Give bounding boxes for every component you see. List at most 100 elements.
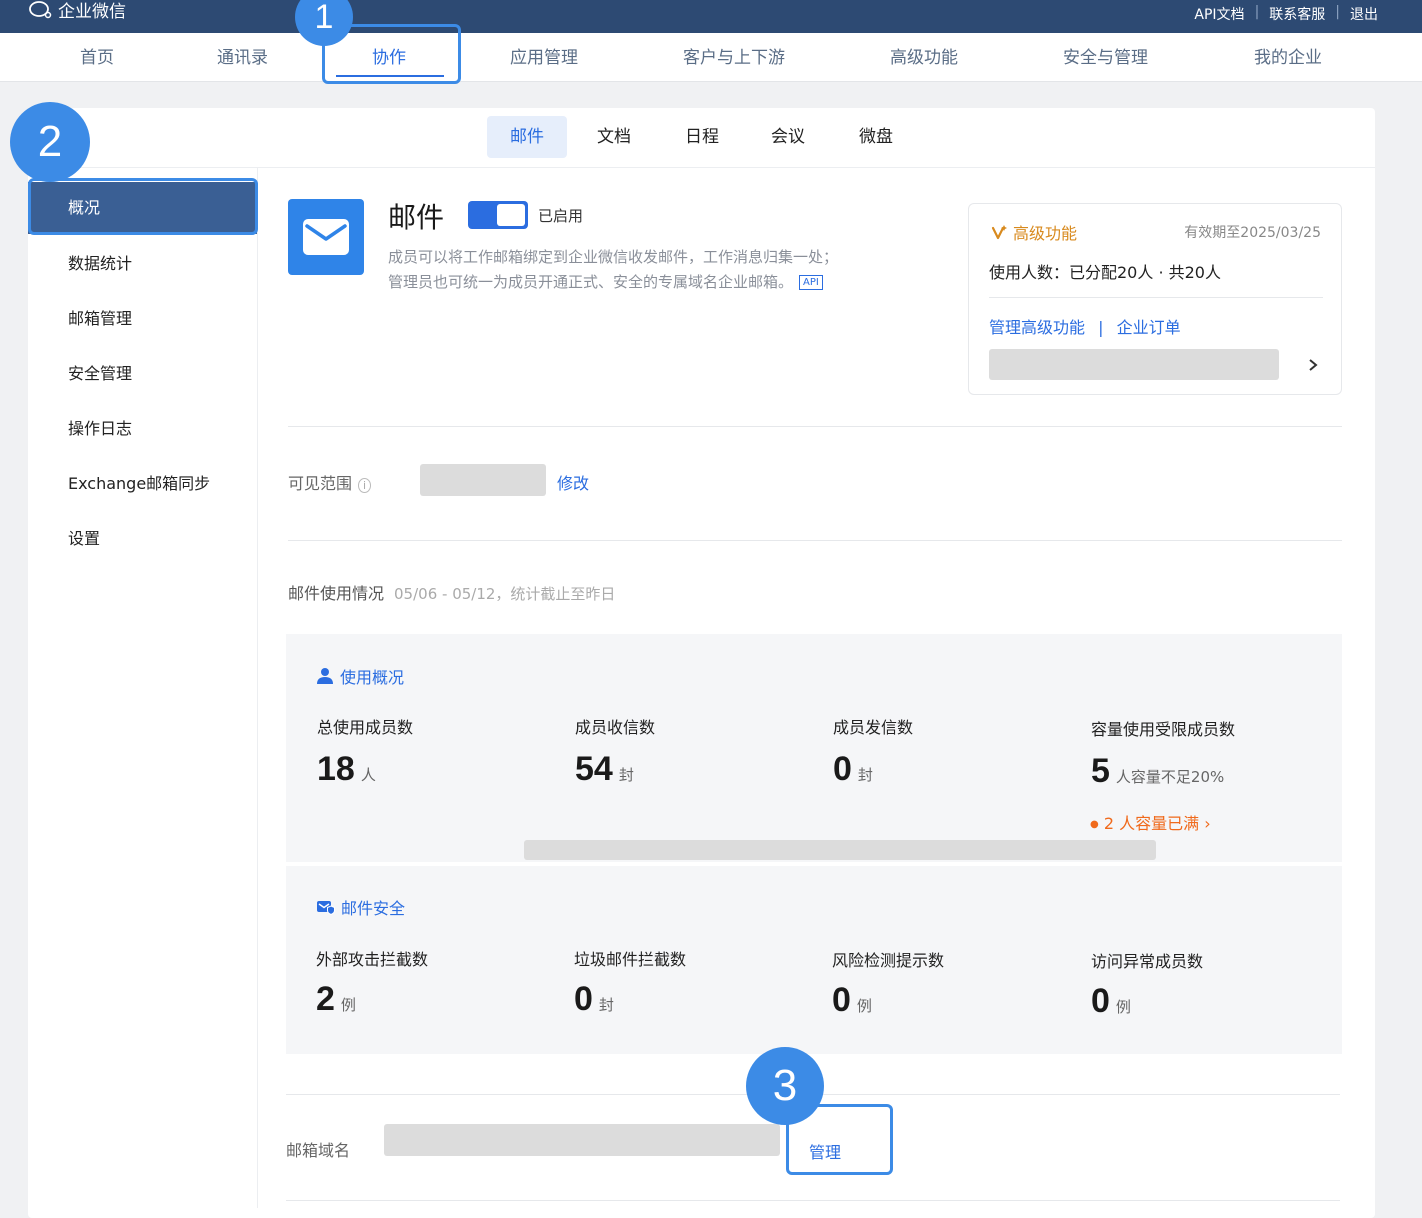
stat-number: 0 bbox=[833, 750, 852, 788]
stat-value: 18 人 bbox=[317, 750, 376, 789]
top-links: API文档 | 联系客服 | 退出 bbox=[1194, 4, 1378, 24]
logout-link[interactable]: 退出 bbox=[1350, 4, 1378, 24]
stat-unit: 人容量不足20% bbox=[1115, 768, 1225, 786]
divider bbox=[989, 297, 1323, 298]
sidebar: 概况 数据统计 邮箱管理 安全管理 操作日志 Exchange邮箱同步 设置 bbox=[28, 168, 258, 1208]
link-separator: | bbox=[1098, 318, 1104, 337]
sparkle-icon bbox=[991, 225, 1007, 240]
nav-advanced[interactable]: 高级功能 bbox=[890, 43, 958, 68]
usage-section-title: 邮件使用情况 bbox=[288, 584, 385, 603]
mail-description: 成员可以将工作邮箱绑定到企业微信收发邮件，工作消息归集一处； 管理员也可统一为成… bbox=[388, 245, 928, 295]
usage-overview-title: 使用概况 bbox=[316, 664, 404, 688]
tab-meeting[interactable]: 会议 bbox=[758, 116, 818, 158]
redacted-block bbox=[420, 464, 546, 496]
divider: | bbox=[1335, 4, 1340, 20]
sidebar-item-statistics[interactable]: 数据统计 bbox=[28, 238, 257, 290]
divider: | bbox=[1254, 4, 1260, 20]
stat-value: 54 封 bbox=[575, 750, 634, 789]
app-name: 企业微信 bbox=[58, 2, 126, 22]
api-tag[interactable]: API bbox=[799, 275, 823, 290]
redacted-block bbox=[989, 349, 1279, 380]
stat-number: 54 bbox=[575, 750, 613, 788]
nav-home[interactable]: 首页 bbox=[80, 43, 114, 68]
stat-value: 5 人容量不足20% bbox=[1091, 752, 1224, 791]
warning-dot-icon: ● bbox=[1090, 819, 1099, 830]
stat-label: 风险检测提示数 bbox=[832, 951, 945, 970]
main-nav: 首页 通讯录 协作 应用管理 客户与上下游 高级功能 安全与管理 我的企业 bbox=[0, 33, 1422, 82]
validity-date: 有效期至2025/03/25 bbox=[1184, 225, 1321, 241]
nav-my-enterprise[interactable]: 我的企业 bbox=[1254, 43, 1322, 68]
stat-unit: 人 bbox=[360, 766, 376, 784]
usage-overview-title-text: 使用概况 bbox=[340, 668, 405, 687]
stat-value: 0封 bbox=[833, 750, 873, 789]
visibility-label-text: 可见范围 bbox=[288, 474, 353, 493]
stat-number: 0 bbox=[574, 980, 593, 1018]
chevron-right-icon: › bbox=[1204, 814, 1211, 833]
description-line: 管理员也可统一为成员开通正式、安全的专属域名企业邮箱。 API bbox=[388, 270, 928, 295]
mail-app-icon bbox=[288, 199, 364, 275]
stat-label: 成员发信数 bbox=[833, 718, 914, 737]
toggle-status-label: 已启用 bbox=[538, 207, 584, 225]
stat-number: 5 bbox=[1091, 752, 1110, 790]
divider bbox=[288, 540, 1342, 541]
wecom-logo-icon bbox=[29, 0, 52, 18]
sidebar-item-exchange-sync[interactable]: Exchange邮箱同步 bbox=[28, 458, 257, 510]
advanced-title-text: 高级功能 bbox=[1013, 224, 1078, 243]
nav-app-management[interactable]: 应用管理 bbox=[510, 43, 578, 68]
manage-advanced-link[interactable]: 管理高级功能 bbox=[989, 318, 1085, 337]
capacity-full-link[interactable]: ● 2 人容量已满 › bbox=[1090, 810, 1211, 834]
stat-number: 2 bbox=[316, 980, 335, 1018]
step-badge-2: 2 bbox=[10, 102, 90, 182]
api-docs-link[interactable]: API文档 bbox=[1194, 4, 1244, 24]
stat-unit: 封 bbox=[857, 766, 873, 784]
stat-number: 0 bbox=[1091, 982, 1110, 1020]
nav-contacts[interactable]: 通讯录 bbox=[217, 43, 268, 68]
tab-mail[interactable]: 邮件 bbox=[487, 116, 567, 158]
stat-value: 0例 bbox=[832, 981, 872, 1020]
description-text: 管理员也可统一为成员开通正式、安全的专属域名企业邮箱。 bbox=[388, 273, 794, 291]
app-logo[interactable]: 企业微信 bbox=[28, 0, 126, 22]
stat-label: 容量使用受限成员数 bbox=[1091, 720, 1236, 739]
advanced-links: 管理高级功能 | 企业订单 bbox=[989, 314, 1181, 338]
tab-drive[interactable]: 微盘 bbox=[846, 116, 906, 158]
enterprise-order-link[interactable]: 企业订单 bbox=[1117, 318, 1181, 337]
envelope-icon bbox=[303, 219, 349, 255]
chevron-right-icon[interactable] bbox=[1307, 358, 1319, 372]
sidebar-item-operation-log[interactable]: 操作日志 bbox=[28, 403, 257, 455]
stat-label: 外部攻击拦截数 bbox=[316, 950, 429, 969]
stat-unit: 封 bbox=[618, 766, 634, 784]
contact-support-link[interactable]: 联系客服 bbox=[1269, 4, 1325, 24]
description-line: 成员可以将工作邮箱绑定到企业微信收发邮件，工作消息归集一处； bbox=[388, 248, 839, 266]
capacity-full-text: 2 人容量已满 bbox=[1103, 814, 1200, 833]
sidebar-item-mailbox-management[interactable]: 邮箱管理 bbox=[28, 293, 257, 345]
stat-label: 总使用成员数 bbox=[317, 718, 414, 737]
tab-schedule[interactable]: 日程 bbox=[672, 116, 732, 158]
stat-label: 成员收信数 bbox=[575, 718, 656, 737]
nav-customers[interactable]: 客户与上下游 bbox=[683, 43, 785, 68]
stat-label: 访问异常成员数 bbox=[1091, 952, 1204, 971]
edit-visibility-link[interactable]: 修改 bbox=[557, 470, 589, 494]
usage-section-header: 邮件使用情况 05/06 - 05/12，统计截止至昨日 bbox=[288, 580, 615, 604]
divider bbox=[286, 1200, 1340, 1201]
info-icon[interactable]: i bbox=[358, 478, 372, 493]
stat-unit: 封 bbox=[598, 996, 614, 1014]
toggle-knob bbox=[497, 204, 525, 226]
stat-unit: 例 bbox=[1115, 998, 1131, 1016]
domain-label: 邮箱域名 bbox=[286, 1141, 351, 1160]
advanced-title: 高级功能 bbox=[991, 220, 1077, 244]
highlight-box bbox=[28, 178, 258, 235]
stat-unit: 例 bbox=[340, 996, 356, 1014]
mail-shield-icon bbox=[317, 901, 335, 915]
mail-security-title-text: 邮件安全 bbox=[341, 899, 406, 918]
sidebar-item-security[interactable]: 安全管理 bbox=[28, 348, 257, 400]
enable-toggle[interactable] bbox=[468, 201, 528, 229]
tab-docs[interactable]: 文档 bbox=[584, 116, 644, 158]
stat-label: 垃圾邮件拦截数 bbox=[574, 950, 687, 969]
sidebar-item-settings[interactable]: 设置 bbox=[28, 513, 257, 565]
nav-security[interactable]: 安全与管理 bbox=[1063, 43, 1148, 68]
stat-number: 0 bbox=[832, 981, 851, 1019]
stat-number: 18 bbox=[317, 750, 355, 788]
advanced-feature-panel: 高级功能 有效期至2025/03/25 使用人数：已分配20人 · 共20人 管… bbox=[968, 203, 1342, 395]
stat-unit: 例 bbox=[856, 997, 872, 1015]
page-title: 邮件 bbox=[388, 201, 445, 234]
